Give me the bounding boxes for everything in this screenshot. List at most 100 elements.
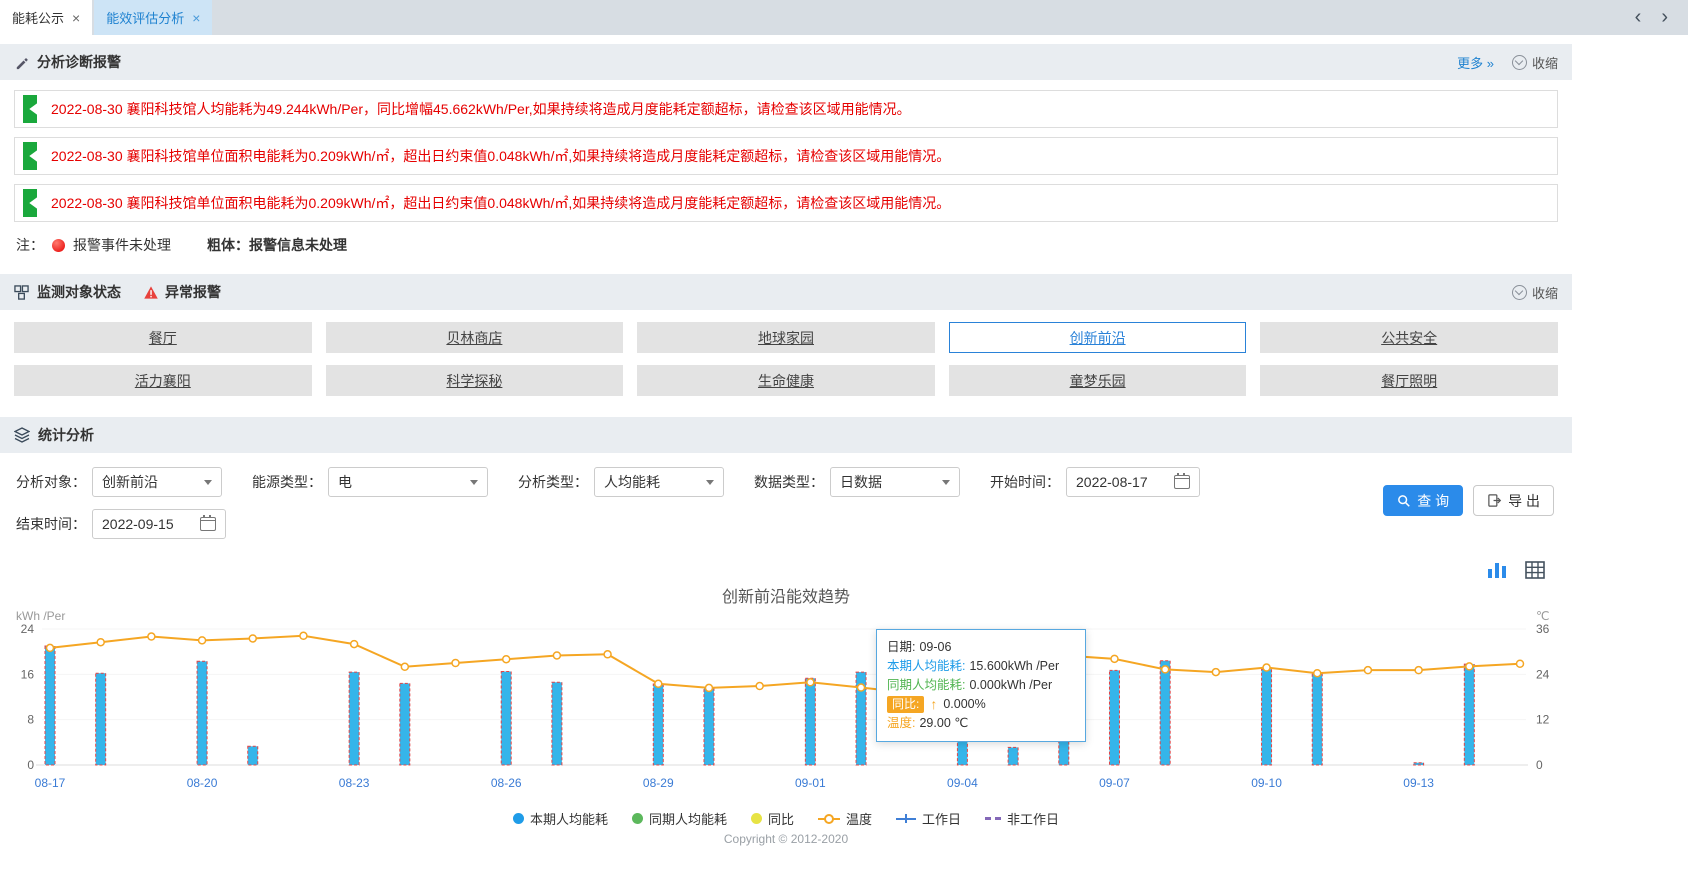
temp-point[interactable]	[1111, 655, 1118, 662]
chevron-down-icon	[706, 480, 714, 485]
temp-point[interactable]	[807, 679, 814, 686]
temp-point[interactable]	[1517, 660, 1524, 667]
object-button[interactable]: 餐厅照明	[1260, 365, 1558, 396]
export-button[interactable]: 导 出	[1473, 485, 1554, 516]
tab-energy-publicity[interactable]: 能耗公示 ×	[0, 0, 92, 35]
svg-text:16: 16	[21, 667, 35, 681]
temp-point[interactable]	[1314, 670, 1321, 677]
legend-item[interactable]: 温度	[818, 809, 872, 828]
temp-point[interactable]	[351, 641, 358, 648]
bar[interactable]	[653, 684, 663, 765]
chevron-down-icon	[204, 480, 212, 485]
date-input[interactable]: 2022-09-15	[92, 509, 226, 539]
alert-text: 2022-08-30 襄阳科技馆单位面积电能耗为0.209kWh/㎡，超出日约束…	[51, 193, 950, 213]
bar[interactable]	[349, 672, 359, 765]
temp-point[interactable]	[604, 651, 611, 658]
close-icon[interactable]: ×	[192, 10, 200, 26]
object-button[interactable]: 餐厅	[14, 322, 312, 353]
bar[interactable]	[248, 746, 258, 765]
temp-point[interactable]	[1364, 667, 1371, 674]
chevron-left-icon[interactable]: ‹	[1635, 6, 1642, 29]
collapse-toggle[interactable]: 收缩	[1512, 53, 1558, 72]
temp-point[interactable]	[300, 632, 307, 639]
temp-point[interactable]	[97, 639, 104, 646]
close-icon[interactable]: ×	[72, 10, 80, 26]
legend-item[interactable]: 本期人均能耗	[513, 809, 608, 828]
bar[interactable]	[197, 661, 207, 765]
temp-point[interactable]	[705, 684, 712, 691]
table-view-icon[interactable]	[1524, 559, 1546, 581]
temp-point[interactable]	[1263, 664, 1270, 671]
object-button[interactable]: 公共安全	[1260, 322, 1558, 353]
bar[interactable]	[1109, 670, 1119, 765]
temp-point[interactable]	[1212, 669, 1219, 676]
unhandled-alarm-dot-icon	[52, 239, 65, 252]
bar[interactable]	[552, 682, 562, 765]
alert-row: 2022-08-30 襄阳科技馆单位面积电能耗为0.209kWh/㎡，超出日约束…	[14, 184, 1558, 222]
object-button[interactable]: 贝林商店	[326, 322, 624, 353]
bar-chart-view-icon[interactable]	[1486, 559, 1508, 581]
legend-item[interactable]: 工作日	[896, 809, 961, 828]
bar[interactable]	[1262, 669, 1272, 765]
select-input[interactable]: 日数据	[830, 467, 960, 497]
bar[interactable]	[1008, 747, 1018, 765]
legend-item[interactable]: 同期人均能耗	[632, 809, 727, 828]
object-button[interactable]: 活力襄阳	[14, 365, 312, 396]
x-axis-label: 08-29	[643, 776, 674, 790]
select-input[interactable]: 电	[328, 467, 488, 497]
filter-label: 开始时间：	[990, 472, 1060, 492]
temp-point[interactable]	[655, 680, 662, 687]
bar[interactable]	[400, 683, 410, 765]
input-value: 2022-08-17	[1076, 474, 1148, 490]
object-button[interactable]: 地球家园	[637, 322, 935, 353]
object-button[interactable]: 童梦乐园	[949, 365, 1247, 396]
temp-point[interactable]	[249, 635, 256, 642]
date-input[interactable]: 2022-08-17	[1066, 467, 1200, 497]
tooltip-yoy: 0.000%	[943, 695, 985, 714]
temp-point[interactable]	[553, 652, 560, 659]
object-button[interactable]: 创新前沿	[949, 322, 1247, 353]
temp-point[interactable]	[1466, 663, 1473, 670]
tab-bar: 能耗公示 × 能效评估分析 × ‹ ›	[0, 0, 1688, 35]
collapse-toggle[interactable]: 收缩	[1512, 283, 1558, 302]
temp-point[interactable]	[47, 644, 54, 651]
chevron-right-icon[interactable]: ›	[1661, 6, 1668, 29]
bar[interactable]	[805, 678, 815, 765]
bar[interactable]	[45, 646, 55, 765]
legend-dot-icon	[513, 813, 524, 824]
temp-point[interactable]	[452, 660, 459, 667]
temp-point[interactable]	[401, 663, 408, 670]
temp-point[interactable]	[1162, 666, 1169, 673]
filter-group: 数据类型：日数据	[754, 467, 960, 497]
temp-point[interactable]	[148, 633, 155, 640]
flag-icon	[23, 189, 37, 217]
more-link[interactable]: 更多 »	[1457, 53, 1494, 72]
select-input[interactable]: 创新前沿	[92, 467, 222, 497]
temp-point[interactable]	[1415, 667, 1422, 674]
bar[interactable]	[1414, 763, 1424, 765]
tooltip-date: 09-06	[919, 638, 951, 657]
filter-group: 能源类型：电	[252, 467, 488, 497]
x-axis-label: 09-10	[1251, 776, 1282, 790]
bar[interactable]	[1312, 673, 1322, 765]
bar[interactable]	[1160, 661, 1170, 765]
temp-point[interactable]	[756, 683, 763, 690]
bar[interactable]	[1464, 664, 1474, 765]
bar[interactable]	[96, 673, 106, 765]
temp-point[interactable]	[199, 637, 206, 644]
select-input[interactable]: 人均能耗	[594, 467, 724, 497]
query-button[interactable]: 查 询	[1383, 485, 1463, 516]
object-button[interactable]: 生命健康	[637, 365, 935, 396]
temp-point[interactable]	[858, 684, 865, 691]
legend-label: 同期人均能耗	[649, 809, 727, 828]
object-button[interactable]: 科学探秘	[326, 365, 624, 396]
temp-point[interactable]	[503, 656, 510, 663]
bar[interactable]	[501, 672, 511, 766]
abnormal-alarm[interactable]: 异常报警	[143, 282, 221, 302]
tab-efficiency-analysis[interactable]: 能效评估分析 ×	[94, 0, 212, 35]
filter-row-1: 分析对象：创新前沿能源类型：电分析类型：人均能耗数据类型：日数据开始时间：202…	[16, 467, 1556, 497]
legend-item[interactable]: 同比	[751, 809, 794, 828]
bar[interactable]	[704, 688, 714, 765]
legend-item[interactable]: 非工作日	[985, 809, 1059, 828]
filter-label: 分析对象：	[16, 472, 86, 492]
